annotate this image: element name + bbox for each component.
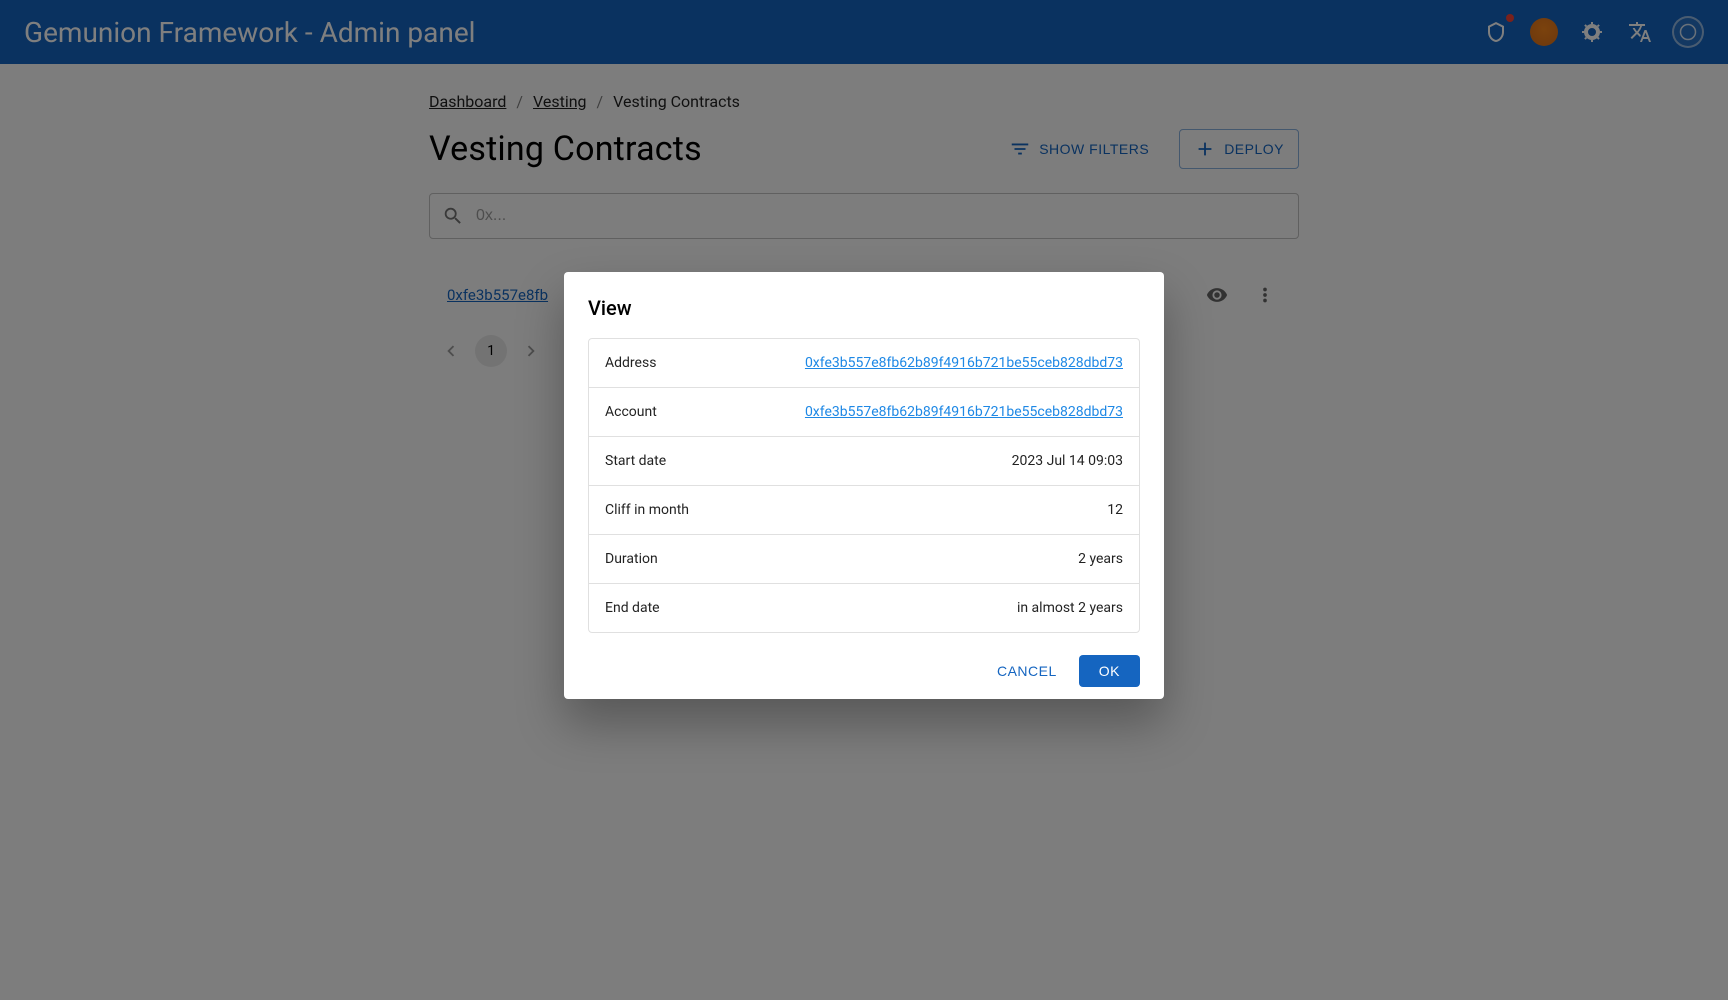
view-dialog: View Address 0xfe3b557e8fb62b89f4916b721… bbox=[564, 272, 1164, 699]
dialog-value: 2023 Jul 14 09:03 bbox=[745, 453, 1123, 469]
dialog-value: 2 years bbox=[745, 551, 1123, 567]
dialog-label: Duration bbox=[605, 551, 745, 567]
dialog-title: View bbox=[588, 296, 1140, 320]
dialog-label: Cliff in month bbox=[605, 502, 745, 518]
dialog-actions: Cancel OK bbox=[588, 655, 1140, 687]
dialog-label: Account bbox=[605, 404, 745, 420]
dialog-value: in almost 2 years bbox=[745, 600, 1123, 616]
dialog-row-account: Account 0xfe3b557e8fb62b89f4916b721be55c… bbox=[589, 388, 1139, 437]
dialog-row-address: Address 0xfe3b557e8fb62b89f4916b721be55c… bbox=[589, 339, 1139, 388]
dialog-value: 12 bbox=[745, 502, 1123, 518]
dialog-value-link[interactable]: 0xfe3b557e8fb62b89f4916b721be55ceb828dbd… bbox=[745, 355, 1123, 371]
dialog-table: Address 0xfe3b557e8fb62b89f4916b721be55c… bbox=[588, 338, 1140, 633]
dialog-row-startdate: Start date 2023 Jul 14 09:03 bbox=[589, 437, 1139, 486]
dialog-row-enddate: End date in almost 2 years bbox=[589, 584, 1139, 632]
dialog-label: Address bbox=[605, 355, 745, 371]
ok-button[interactable]: OK bbox=[1079, 655, 1140, 687]
dialog-row-duration: Duration 2 years bbox=[589, 535, 1139, 584]
dialog-label: Start date bbox=[605, 453, 745, 469]
dialog-value-link[interactable]: 0xfe3b557e8fb62b89f4916b721be55ceb828dbd… bbox=[745, 404, 1123, 420]
dialog-row-cliff: Cliff in month 12 bbox=[589, 486, 1139, 535]
dialog-label: End date bbox=[605, 600, 745, 616]
modal-backdrop[interactable]: View Address 0xfe3b557e8fb62b89f4916b721… bbox=[0, 0, 1728, 1000]
cancel-button[interactable]: Cancel bbox=[985, 655, 1069, 687]
